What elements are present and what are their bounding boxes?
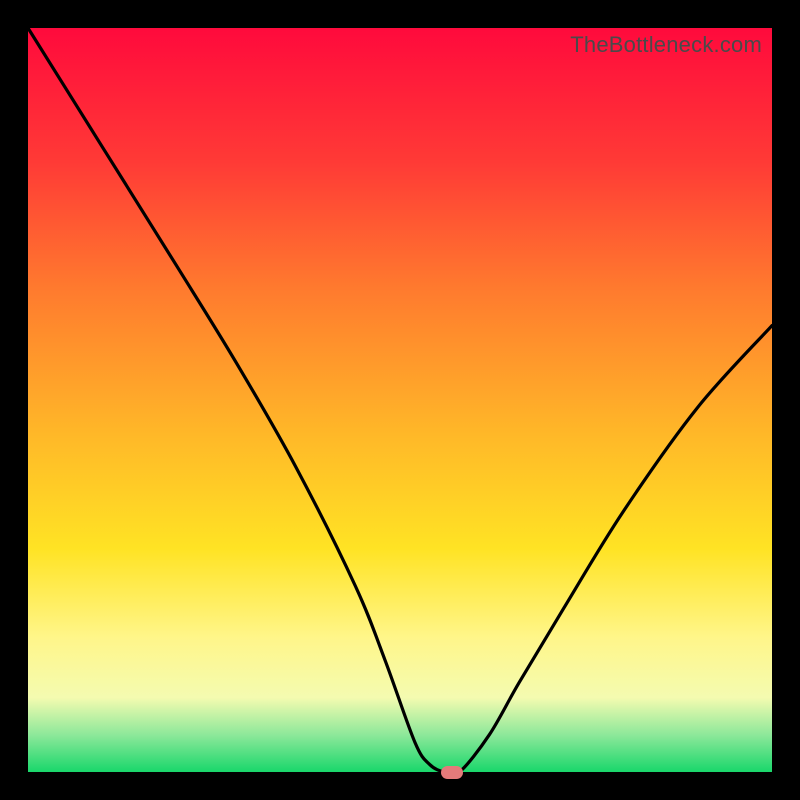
optimal-marker	[441, 766, 463, 779]
curve-path	[28, 28, 772, 775]
plot-area: TheBottleneck.com	[28, 28, 772, 772]
bottleneck-curve	[28, 28, 772, 772]
chart-frame: TheBottleneck.com	[0, 0, 800, 800]
